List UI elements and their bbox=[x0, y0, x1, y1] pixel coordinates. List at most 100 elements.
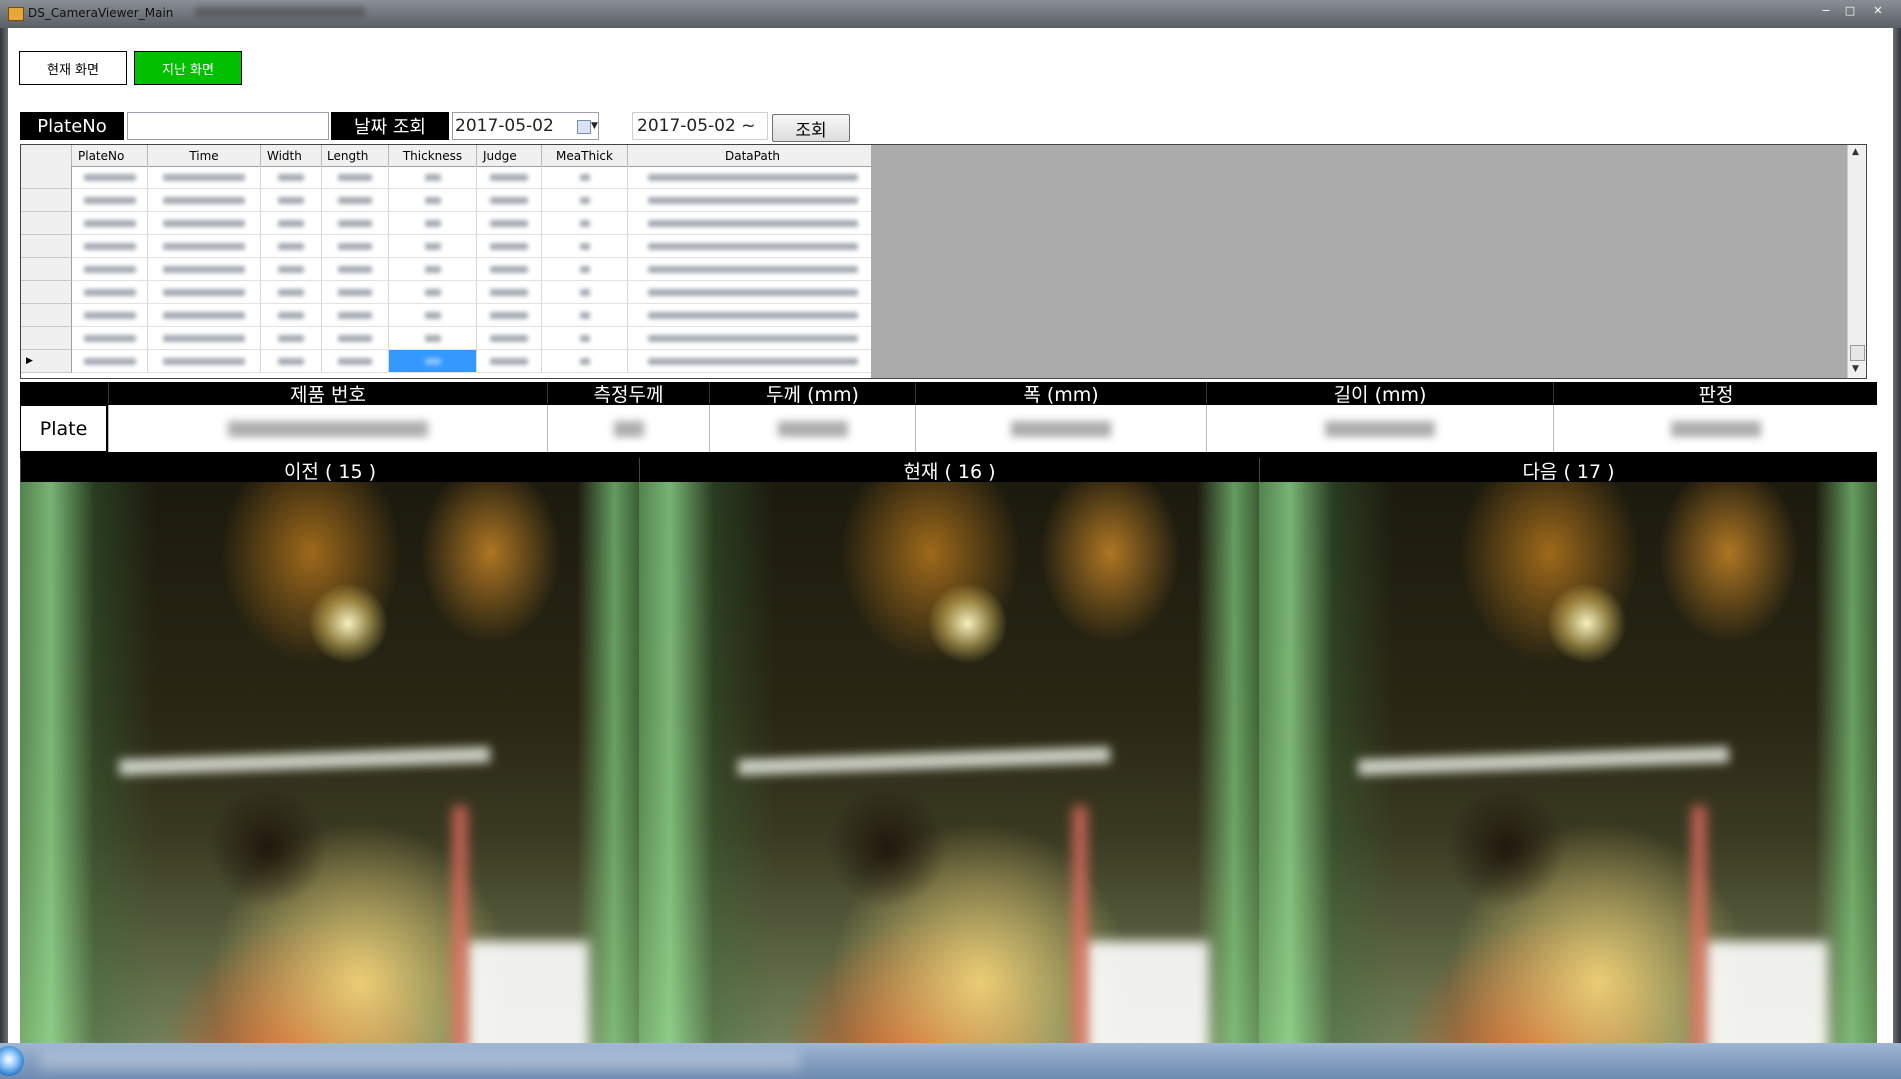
calendar-icon[interactable] bbox=[577, 120, 591, 134]
cell-time[interactable] bbox=[148, 212, 261, 235]
cell-time[interactable] bbox=[148, 189, 261, 212]
cell-judge[interactable] bbox=[477, 350, 542, 373]
cell-length[interactable] bbox=[322, 166, 389, 189]
grid-vertical-scrollbar[interactable]: ▲ ▼ bbox=[1847, 145, 1866, 378]
cell-time[interactable] bbox=[148, 166, 261, 189]
cell-time[interactable] bbox=[148, 258, 261, 281]
cell-width[interactable] bbox=[261, 166, 322, 189]
cell-thickness[interactable] bbox=[389, 212, 477, 235]
table-row[interactable]: ▶ bbox=[21, 350, 878, 373]
date-from-picker[interactable]: 2017-05-02 ▼ bbox=[452, 112, 599, 140]
previous-camera-image[interactable] bbox=[20, 482, 639, 1071]
cell-judge[interactable] bbox=[477, 258, 542, 281]
cell-meathick[interactable] bbox=[542, 189, 628, 212]
table-row[interactable] bbox=[21, 258, 878, 281]
cell-meathick[interactable] bbox=[542, 281, 628, 304]
cell-plateno[interactable] bbox=[72, 350, 148, 373]
data-grid[interactable]: PlateNo Time Width Length Thickness Judg… bbox=[20, 144, 1867, 379]
cell-time[interactable] bbox=[148, 235, 261, 258]
column-header-length[interactable]: Length bbox=[322, 145, 389, 166]
cell-width[interactable] bbox=[261, 258, 322, 281]
column-header-datapath[interactable]: DataPath bbox=[628, 145, 878, 166]
cell-judge[interactable] bbox=[477, 281, 542, 304]
chevron-down-icon[interactable]: ▼ bbox=[591, 121, 598, 131]
column-header-width[interactable]: Width bbox=[261, 145, 322, 166]
cell-thickness[interactable] bbox=[389, 235, 477, 258]
column-header-thickness[interactable]: Thickness bbox=[389, 145, 477, 166]
cell-thickness[interactable] bbox=[389, 189, 477, 212]
cell-width[interactable] bbox=[261, 350, 322, 373]
close-button[interactable]: ✕ bbox=[1863, 2, 1893, 18]
cell-thickness[interactable] bbox=[389, 166, 477, 189]
cell-length[interactable] bbox=[322, 258, 389, 281]
cell-row-header[interactable] bbox=[21, 166, 72, 189]
cell-width[interactable] bbox=[261, 189, 322, 212]
cell-row-header[interactable] bbox=[21, 281, 72, 304]
cell-plateno[interactable] bbox=[72, 281, 148, 304]
cell-thickness[interactable] bbox=[389, 327, 477, 350]
cell-row-header[interactable] bbox=[21, 304, 72, 327]
cell-meathick[interactable] bbox=[542, 327, 628, 350]
cell-datapath[interactable] bbox=[628, 166, 878, 189]
cell-plateno[interactable] bbox=[72, 235, 148, 258]
cell-length[interactable] bbox=[322, 235, 389, 258]
cell-width[interactable] bbox=[261, 212, 322, 235]
cell-thickness[interactable] bbox=[389, 281, 477, 304]
scrollbar-thumb[interactable] bbox=[1850, 345, 1865, 361]
table-row[interactable] bbox=[21, 281, 878, 304]
cell-row-header[interactable] bbox=[21, 235, 72, 258]
current-screen-button[interactable]: 현재 화면 bbox=[19, 51, 127, 85]
cell-thickness[interactable] bbox=[389, 350, 477, 373]
cell-length[interactable] bbox=[322, 281, 389, 304]
cell-judge[interactable] bbox=[477, 189, 542, 212]
table-row[interactable] bbox=[21, 304, 878, 327]
current-camera-image[interactable] bbox=[639, 482, 1259, 1071]
table-row[interactable] bbox=[21, 212, 878, 235]
cell-plateno[interactable] bbox=[72, 327, 148, 350]
cell-time[interactable] bbox=[148, 281, 261, 304]
cell-judge[interactable] bbox=[477, 212, 542, 235]
cell-datapath[interactable] bbox=[628, 327, 878, 350]
start-button[interactable] bbox=[0, 1046, 24, 1076]
cell-judge[interactable] bbox=[477, 327, 542, 350]
plateno-input[interactable] bbox=[127, 112, 329, 140]
table-row[interactable] bbox=[21, 166, 878, 189]
past-screen-button[interactable]: 지난 화면 bbox=[134, 51, 242, 85]
cell-plateno[interactable] bbox=[72, 212, 148, 235]
cell-row-header[interactable] bbox=[21, 212, 72, 235]
cell-thickness[interactable] bbox=[389, 304, 477, 327]
cell-width[interactable] bbox=[261, 281, 322, 304]
cell-time[interactable] bbox=[148, 304, 261, 327]
cell-length[interactable] bbox=[322, 304, 389, 327]
column-header-time[interactable]: Time bbox=[148, 145, 261, 166]
maximize-button[interactable]: □ bbox=[1839, 2, 1861, 18]
cell-datapath[interactable] bbox=[628, 350, 878, 373]
column-header-plateno[interactable]: PlateNo bbox=[72, 145, 148, 166]
cell-row-header[interactable] bbox=[21, 189, 72, 212]
cell-datapath[interactable] bbox=[628, 212, 878, 235]
cell-row-header[interactable]: ▶ bbox=[21, 350, 72, 373]
cell-length[interactable] bbox=[322, 189, 389, 212]
date-to-field[interactable]: 2017-05-02 ~ bbox=[632, 112, 768, 140]
column-header-judge[interactable]: Judge bbox=[477, 145, 542, 166]
cell-width[interactable] bbox=[261, 327, 322, 350]
cell-datapath[interactable] bbox=[628, 189, 878, 212]
cell-meathick[interactable] bbox=[542, 258, 628, 281]
cell-datapath[interactable] bbox=[628, 258, 878, 281]
cell-plateno[interactable] bbox=[72, 258, 148, 281]
cell-judge[interactable] bbox=[477, 304, 542, 327]
cell-time[interactable] bbox=[148, 350, 261, 373]
cell-meathick[interactable] bbox=[542, 212, 628, 235]
cell-time[interactable] bbox=[148, 327, 261, 350]
cell-row-header[interactable] bbox=[21, 327, 72, 350]
cell-length[interactable] bbox=[322, 327, 389, 350]
cell-plateno[interactable] bbox=[72, 304, 148, 327]
table-row[interactable] bbox=[21, 189, 878, 212]
cell-meathick[interactable] bbox=[542, 304, 628, 327]
table-row[interactable] bbox=[21, 327, 878, 350]
cell-meathick[interactable] bbox=[542, 350, 628, 373]
cell-meathick[interactable] bbox=[542, 235, 628, 258]
table-row[interactable] bbox=[21, 235, 878, 258]
column-header-meathick[interactable]: MeaThick bbox=[542, 145, 628, 166]
next-camera-image[interactable] bbox=[1259, 482, 1877, 1071]
